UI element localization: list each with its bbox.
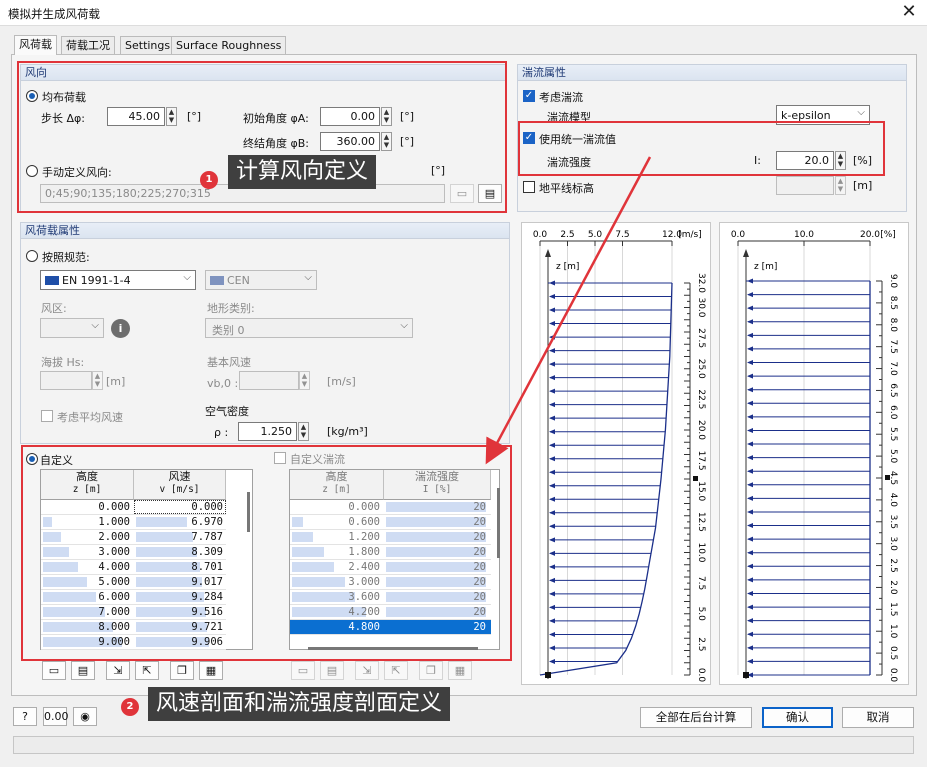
calc-background-button[interactable]: 全部在后台计算 bbox=[640, 707, 752, 728]
callout-direction: 计算风向定义 bbox=[228, 155, 377, 189]
cancel-button[interactable]: 取消 bbox=[842, 707, 914, 728]
ok-button[interactable]: 确认 bbox=[762, 707, 833, 728]
callout-profile: 风速剖面和湍流强度剖面定义 bbox=[148, 687, 451, 721]
help-icon[interactable]: ? bbox=[13, 707, 37, 726]
status-bar bbox=[13, 736, 914, 754]
annotation-arrows bbox=[485, 156, 652, 465]
eye-icon[interactable]: ◉ bbox=[73, 707, 97, 726]
callout-1-badge: 1 bbox=[200, 171, 218, 189]
units-icon[interactable]: 0.00 bbox=[43, 707, 69, 726]
tab-wind-load[interactable]: 风荷载 bbox=[14, 35, 57, 55]
callout-2-badge: 2 bbox=[121, 698, 139, 716]
